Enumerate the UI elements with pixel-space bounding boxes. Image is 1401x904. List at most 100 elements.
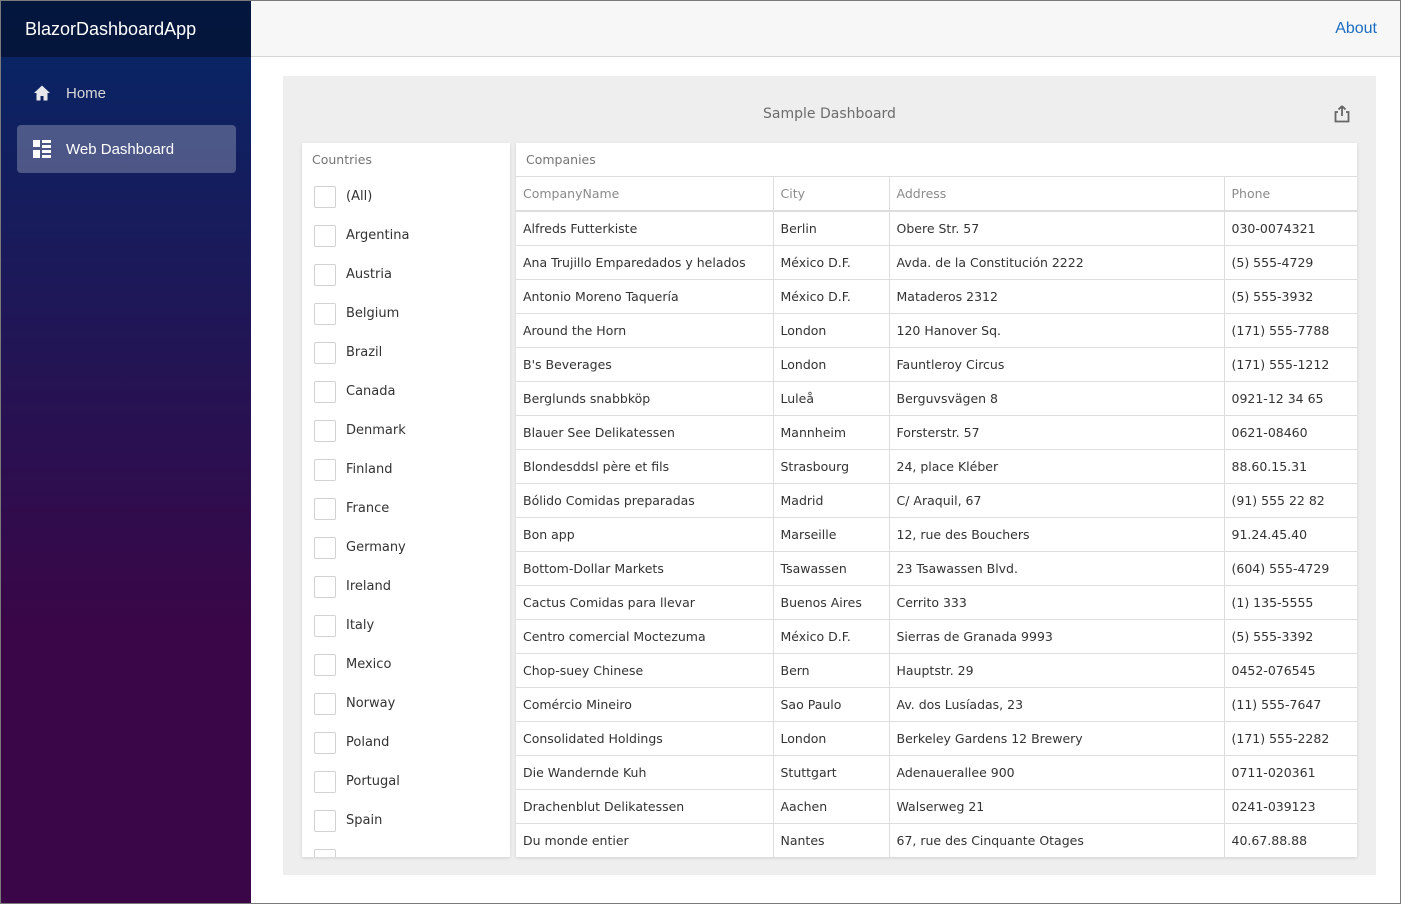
country-checkbox[interactable]: [314, 185, 336, 208]
country-filter-item[interactable]: Mexico: [314, 645, 510, 684]
country-checkbox[interactable]: [314, 848, 336, 857]
table-row[interactable]: Centro comercial Moctezuma México D.F. Sie…: [516, 619, 1357, 654]
top-bar: About: [251, 1, 1400, 57]
country-filter-item[interactable]: Brazil: [314, 333, 510, 372]
city-cell: Sao Paulo: [773, 687, 890, 722]
table-row[interactable]: Blondesddsl père et fils Strasbourg 24, pl…: [516, 449, 1357, 484]
country-checkbox[interactable]: [314, 614, 336, 637]
city-cell: Strasbourg: [773, 449, 890, 484]
country-checkbox[interactable]: [314, 731, 336, 754]
table-row[interactable]: Du monde entier Nantes 67, rue des Cinquan…: [516, 823, 1357, 857]
country-checkbox[interactable]: [314, 536, 336, 559]
country-label: Poland: [346, 735, 390, 750]
company-name-cell: Antonio Moreno Taquería: [516, 279, 774, 314]
country-filter-item[interactable]: France: [314, 489, 510, 528]
column-header-company-name[interactable]: CompanyName: [516, 177, 774, 212]
city-cell: México D.F.: [773, 279, 890, 314]
phone-cell: (171) 555-2282: [1224, 721, 1357, 756]
country-label: Ireland: [346, 579, 391, 594]
country-checkbox[interactable]: [314, 224, 336, 247]
phone-cell: (91) 555 22 82: [1224, 483, 1357, 518]
country-filter-item[interactable]: [314, 840, 510, 857]
table-row[interactable]: Drachenblut Delikatessen Aachen Walserweg …: [516, 789, 1357, 824]
countries-list[interactable]: (All) Argentina Austria Belgium Brazil Canada…: [302, 177, 510, 857]
sidebar-item-web-dashboard[interactable]: Web Dashboard: [17, 125, 236, 173]
address-cell: Hauptstr. 29: [889, 653, 1225, 688]
address-cell: 23 Tsawassen Blvd.: [889, 551, 1225, 586]
table-row[interactable]: Blauer See Delikatessen Mannheim Forsterst…: [516, 415, 1357, 450]
companies-grid-card: Companies CompanyName City Address Phone…: [516, 143, 1357, 857]
column-header-city[interactable]: City: [773, 177, 890, 212]
country-filter-item[interactable]: Portugal: [314, 762, 510, 801]
country-filter-item[interactable]: Finland: [314, 450, 510, 489]
home-icon: [32, 83, 52, 103]
country-filter-item[interactable]: Belgium: [314, 294, 510, 333]
companies-caption: Companies: [516, 143, 1357, 177]
column-header-address[interactable]: Address: [889, 177, 1225, 212]
column-header-phone[interactable]: Phone: [1224, 177, 1357, 212]
country-filter-item[interactable]: Germany: [314, 528, 510, 567]
sidebar-header: BlazorDashboardApp: [1, 1, 251, 57]
table-row[interactable]: Berglunds snabbköp Luleå Berguvsvägen 8 092…: [516, 381, 1357, 416]
country-filter-item[interactable]: Ireland: [314, 567, 510, 606]
country-filter-item[interactable]: Canada: [314, 372, 510, 411]
country-checkbox[interactable]: [314, 263, 336, 286]
country-filter-item[interactable]: (All): [314, 177, 510, 216]
companies-table: CompanyName City Address Phone Alfreds F…: [516, 177, 1357, 857]
phone-cell: 0241-039123: [1224, 789, 1357, 824]
country-filter-item[interactable]: Denmark: [314, 411, 510, 450]
app-brand[interactable]: BlazorDashboardApp: [25, 19, 196, 40]
country-checkbox[interactable]: [314, 692, 336, 715]
company-name-cell: Du monde entier: [516, 823, 774, 857]
address-cell: 12, rue des Bouchers: [889, 517, 1225, 552]
country-filter-item[interactable]: Norway: [314, 684, 510, 723]
company-name-cell: Chop-suey Chinese: [516, 653, 774, 688]
sidebar-item-home[interactable]: Home: [17, 69, 236, 117]
table-row[interactable]: B's Beverages London Fauntleroy Circus (171…: [516, 347, 1357, 382]
table-row[interactable]: Cactus Comidas para llevar Buenos Aires Ce…: [516, 585, 1357, 620]
table-row[interactable]: Bon app Marseille 12, rue des Bouchers 91.2…: [516, 517, 1357, 552]
country-checkbox[interactable]: [314, 575, 336, 598]
table-row[interactable]: Bólido Comidas preparadas Madrid C/ Araqui…: [516, 483, 1357, 518]
phone-cell: 0921-12 34 65: [1224, 381, 1357, 416]
table-row[interactable]: Antonio Moreno Taquería México D.F. Matade…: [516, 279, 1357, 314]
table-row[interactable]: Bottom-Dollar Markets Tsawassen 23 Tsawass…: [516, 551, 1357, 586]
table-row[interactable]: Comércio Mineiro Sao Paulo Av. dos Lusíada…: [516, 687, 1357, 722]
phone-cell: 0621-08460: [1224, 415, 1357, 450]
country-checkbox[interactable]: [314, 380, 336, 403]
country-label: Finland: [346, 462, 393, 477]
address-cell: Av. dos Lusíadas, 23: [889, 687, 1225, 722]
country-filter-item[interactable]: Argentina: [314, 216, 510, 255]
table-row[interactable]: Consolidated Holdings London Berkeley Gard…: [516, 721, 1357, 756]
table-row[interactable]: Around the Horn London 120 Hanover Sq. (171…: [516, 313, 1357, 348]
country-filter-item[interactable]: Italy: [314, 606, 510, 645]
country-checkbox[interactable]: [314, 497, 336, 520]
country-filter-item[interactable]: Austria: [314, 255, 510, 294]
country-checkbox[interactable]: [314, 302, 336, 325]
city-cell: Madrid: [773, 483, 890, 518]
table-row[interactable]: Alfreds Futterkiste Berlin Obere Str. 57 03…: [516, 211, 1357, 246]
address-cell: Avda. de la Constitución 2222: [889, 245, 1225, 280]
country-checkbox[interactable]: [314, 458, 336, 481]
country-filter-item[interactable]: Spain: [314, 801, 510, 840]
phone-cell: (171) 555-1212: [1224, 347, 1357, 382]
country-checkbox[interactable]: [314, 653, 336, 676]
country-label: Norway: [346, 696, 396, 711]
country-checkbox[interactable]: [314, 809, 336, 832]
dashboard-icon: [32, 139, 52, 159]
company-name-cell: Centro comercial Moctezuma: [516, 619, 774, 654]
table-row[interactable]: Chop-suey Chinese Bern Hauptstr. 29 0452-07…: [516, 653, 1357, 688]
country-label: Austria: [346, 267, 392, 282]
country-checkbox[interactable]: [314, 419, 336, 442]
about-link[interactable]: About: [1335, 20, 1377, 38]
country-checkbox[interactable]: [314, 341, 336, 364]
country-checkbox[interactable]: [314, 770, 336, 793]
table-row[interactable]: Ana Trujillo Emparedados y helados México…: [516, 245, 1357, 280]
country-label: Italy: [346, 618, 375, 633]
country-filter-item[interactable]: Poland: [314, 723, 510, 762]
country-label: France: [346, 501, 390, 516]
table-row[interactable]: Die Wandernde Kuh Stuttgart Adenauerallee …: [516, 755, 1357, 790]
export-button[interactable]: [1332, 104, 1354, 126]
city-cell: Stuttgart: [773, 755, 890, 790]
address-cell: Fauntleroy Circus: [889, 347, 1225, 382]
